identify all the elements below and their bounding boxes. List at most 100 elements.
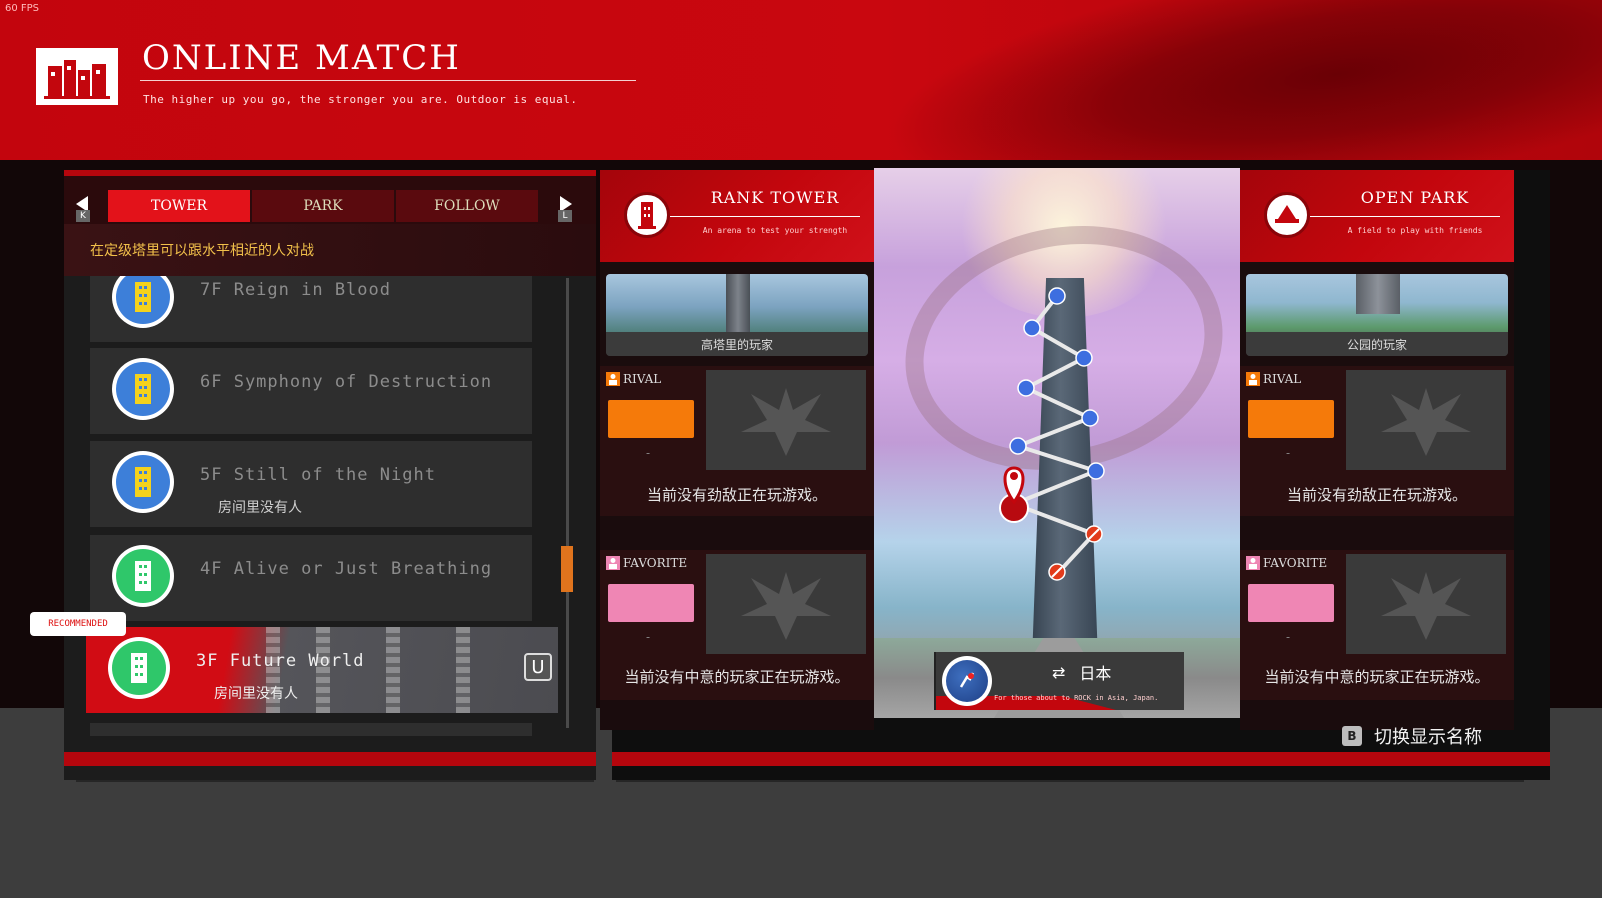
title-underline [140, 80, 636, 81]
page-title: ONLINE MATCH [142, 38, 461, 78]
panel-bottom-bar [64, 752, 596, 766]
open-park-card[interactable]: OPEN PARK A field to play with friends 公… [1240, 170, 1514, 730]
floor-item-2f[interactable] [90, 723, 532, 736]
floor-node[interactable] [1048, 287, 1066, 305]
floor-name: 3F Future World [196, 651, 365, 671]
floor-item-5f[interactable]: 5F Still of the Night 房间里没有人 [90, 441, 532, 527]
park-mini-art [1356, 274, 1400, 314]
mode-tabs: K TOWER PARK FOLLOW L [64, 176, 596, 224]
building-icon [112, 641, 166, 695]
emblem-icon [706, 370, 866, 470]
tab-follow[interactable]: FOLLOW [396, 190, 538, 222]
fps-counter: 60 FPS [5, 3, 40, 14]
mode-title-underline [670, 216, 860, 217]
tower-mini-art [726, 274, 750, 332]
toggle-name-hint[interactable]: B 切换显示名称 [1342, 723, 1482, 749]
mode-title: RANK TOWER [710, 188, 840, 207]
person-icon [606, 556, 620, 570]
tab-hint: 在定级塔里可以跟水平相近的人对战 [64, 224, 596, 276]
building-icon [116, 455, 170, 509]
building-icon [116, 276, 170, 324]
region-name: ⇄ 日本 [1052, 660, 1111, 684]
online-match-logo-icon [36, 48, 118, 105]
floor-item-3f[interactable]: 3F Future World 房间里没有人 U [86, 627, 558, 713]
prev-tab-button[interactable]: K [74, 194, 92, 222]
park-preview-image[interactable]: 公园的玩家 [1246, 274, 1508, 356]
floor-badge [112, 358, 174, 420]
floor-node[interactable] [1017, 379, 1035, 397]
floor-name: 4F Alive or Just Breathing [200, 559, 493, 579]
floor-list[interactable]: 7F Reign in Blood 6F Symphony of Destruc… [64, 276, 596, 736]
floor-item-4f[interactable]: 4F Alive or Just Breathing [90, 535, 532, 621]
building-icon [116, 362, 170, 416]
next-tab-button[interactable]: L [556, 194, 574, 222]
header-band: 60 FPS ONLINE MATCH The higher up you go… [0, 0, 1602, 160]
tower-preview-image[interactable]: 高塔里的玩家 [606, 274, 868, 356]
floor-badge [112, 545, 174, 607]
floor-name: 7F Reign in Blood [200, 280, 391, 300]
emblem-icon [1346, 370, 1506, 470]
floor-name: 5F Still of the Night [200, 465, 436, 485]
favorite-name-placeholder: - [1286, 630, 1291, 644]
floor-node[interactable] [1087, 462, 1105, 480]
floor-status: 房间里没有人 [214, 686, 298, 702]
rank-tower-header: RANK TOWER An arena to test your strengt… [600, 170, 874, 262]
rival-name-placeholder: - [1286, 446, 1291, 460]
person-icon [1246, 556, 1260, 570]
tower-artwork[interactable]: ⇄ 日本 For those about to ROCK in Asia, Ja… [874, 168, 1240, 718]
rival-empty-message: 当前没有劲敌正在玩游戏。 [646, 486, 827, 504]
floor-node[interactable] [1009, 437, 1027, 455]
emblem-icon [1346, 554, 1506, 654]
mode-subtitle: An arena to test your strength [702, 226, 848, 235]
floor-node[interactable] [1081, 409, 1099, 427]
floor-node[interactable] [1075, 349, 1093, 367]
person-icon [606, 372, 620, 386]
mode-subtitle: A field to play with friends [1347, 226, 1483, 235]
floor-badge [112, 451, 174, 513]
favorite-slot[interactable]: FAVORITE - 当前没有中意的玩家正在玩游戏。 [600, 550, 874, 700]
globe-icon [942, 656, 992, 706]
floor-status: 房间里没有人 [218, 500, 302, 516]
region-name-text: 日本 [1079, 664, 1112, 683]
favorite-label: FAVORITE [606, 556, 687, 570]
prev-key-hint: K [76, 210, 90, 222]
building-icon [116, 549, 170, 603]
shuffle-icon: ⇄ [1052, 662, 1066, 682]
emblem-icon [706, 554, 866, 654]
favorite-empty-message: 当前没有中意的玩家正在玩游戏。 [1264, 668, 1490, 686]
floor-item-7f[interactable]: 7F Reign in Blood [90, 276, 532, 342]
header-splash [869, 0, 1602, 160]
tower-icon [624, 192, 670, 238]
favorite-slot[interactable]: FAVORITE - 当前没有中意的玩家正在玩游戏。 [1240, 550, 1514, 700]
rival-label-text: RIVAL [1263, 372, 1302, 386]
favorite-empty-message: 当前没有中意的玩家正在玩游戏。 [624, 668, 850, 686]
window-decoration [456, 627, 470, 713]
mode-title-underline [1310, 216, 1500, 217]
toggle-name-label: 切换显示名称 [1374, 727, 1482, 748]
mode-title: OPEN PARK [1360, 188, 1470, 207]
tab-tower[interactable]: TOWER [108, 190, 250, 222]
scrollbar-thumb[interactable] [561, 546, 573, 592]
favorite-label-text: FAVORITE [1263, 556, 1328, 570]
enter-key-hint[interactable]: U [524, 653, 552, 681]
rival-slot[interactable]: RIVAL - 当前没有劲敌正在玩游戏。 [1240, 366, 1514, 516]
floor-name: 6F Symphony of Destruction [200, 372, 493, 392]
floor-badge [112, 276, 174, 328]
rival-slot[interactable]: RIVAL - 当前没有劲敌正在玩游戏。 [600, 366, 874, 516]
floor-select-panel: K TOWER PARK FOLLOW L 在定级塔里可以跟水平相近的人对战 7… [64, 170, 596, 780]
floor-item-6f[interactable]: 6F Symphony of Destruction [90, 348, 532, 434]
next-key-hint: L [558, 210, 572, 222]
rival-label: RIVAL [606, 372, 661, 386]
region-selector[interactable]: ⇄ 日本 For those about to ROCK in Asia, Ja… [934, 652, 1184, 710]
floor-node[interactable] [1023, 319, 1041, 337]
scrollbar-track[interactable] [566, 278, 569, 728]
region-subtitle: For those about to ROCK in Asia, Japan. [994, 694, 1159, 702]
b-button-icon: B [1342, 726, 1362, 746]
rank-tower-card[interactable]: RANK TOWER An arena to test your strengt… [600, 170, 874, 730]
floor-path-map [999, 287, 1105, 581]
tab-park[interactable]: PARK [252, 190, 394, 222]
favorite-color-swatch [608, 584, 694, 622]
floor-badge [108, 637, 170, 699]
preview-caption: 高塔里的玩家 [606, 332, 868, 356]
window-decoration [386, 627, 400, 713]
